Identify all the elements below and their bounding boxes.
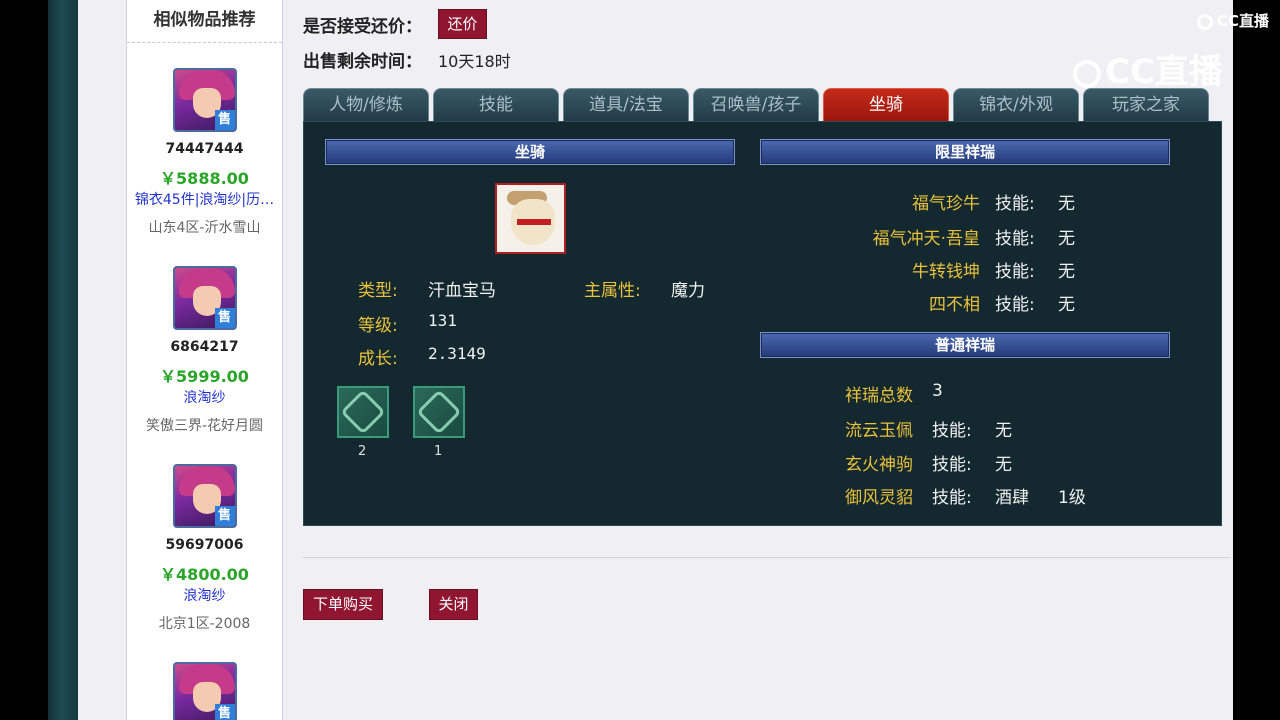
sale-badge: 售 bbox=[214, 704, 235, 720]
sidebar-title: 相似物品推荐 bbox=[127, 0, 282, 43]
tab-skills[interactable]: 技能 bbox=[433, 88, 559, 122]
rec-server: 山东4区-沂水雪山 bbox=[148, 220, 261, 236]
normal-section-title: 普通祥瑞 bbox=[760, 332, 1170, 358]
tab-home[interactable]: 玩家之家 bbox=[1083, 88, 1209, 122]
main-attr-value: 魔力 bbox=[671, 281, 705, 301]
divider bbox=[303, 557, 1230, 558]
rec-id: 59697006 bbox=[165, 537, 244, 553]
left-black-margin bbox=[0, 0, 48, 720]
right-black-margin bbox=[1233, 0, 1280, 720]
left-decorative-strip bbox=[48, 0, 78, 720]
skill-value: 无 bbox=[995, 455, 1012, 475]
total-label: 祥瑞总数 bbox=[845, 386, 913, 406]
skill-value: 无 bbox=[1058, 295, 1075, 315]
rec-item-1[interactable]: 售 74447444 ￥5888.00 锦衣45件|浪淘纱|历… 山东4区-沂水… bbox=[127, 68, 282, 236]
rec-item-2[interactable]: 售 6864217 ￥5999.00 浪淘纱 笑傲三界-花好月圆 bbox=[127, 266, 282, 434]
skill-label: 技能: bbox=[995, 229, 1035, 249]
skill-level: 1级 bbox=[1058, 488, 1086, 508]
normal-item-name: 流云玉佩 bbox=[845, 421, 913, 441]
normal-item-name: 玄火神驹 bbox=[845, 455, 913, 475]
skill-label: 技能: bbox=[995, 295, 1035, 315]
limited-section-title: 限里祥瑞 bbox=[760, 139, 1170, 165]
time-left-label: 出售剩余时间： bbox=[303, 52, 422, 72]
rec-price: ￥5999.00 bbox=[160, 367, 249, 386]
skill-label: 技能: bbox=[995, 262, 1035, 282]
limited-item-name: 四不相 bbox=[929, 295, 980, 315]
avatar[interactable]: 售 bbox=[172, 464, 237, 528]
counter-offer-button[interactable]: 还价 bbox=[438, 9, 487, 39]
main-attr-label: 主属性: bbox=[584, 281, 641, 301]
counter-offer-label: 是否接受还价： bbox=[303, 17, 422, 37]
rec-tags-link[interactable]: 浪淘纱 bbox=[127, 585, 282, 605]
cc-live-watermark-small: CC直播 bbox=[1197, 10, 1269, 31]
skill-value: 无 bbox=[1058, 229, 1075, 249]
growth-label: 成长: bbox=[358, 349, 398, 369]
limited-item-name: 牛转钱坤 bbox=[912, 262, 980, 282]
skill-label: 技能: bbox=[932, 421, 972, 441]
skill-label: 技能: bbox=[932, 455, 972, 475]
avatar[interactable]: 售 bbox=[172, 68, 237, 132]
mount-skill-icon[interactable] bbox=[413, 386, 465, 438]
rec-id: 6864217 bbox=[170, 339, 239, 355]
similar-items-sidebar: 相似物品推荐 售 74447444 ￥5888.00 锦衣45件|浪淘纱|历… … bbox=[126, 0, 283, 720]
skill-value: 无 bbox=[1058, 194, 1075, 214]
rec-item-4[interactable]: 售 bbox=[127, 662, 282, 720]
skill-value: 无 bbox=[1058, 262, 1075, 282]
tab-mount[interactable]: 坐骑 bbox=[823, 88, 949, 122]
sale-badge: 售 bbox=[214, 308, 235, 328]
buy-button[interactable]: 下单购买 bbox=[303, 589, 383, 620]
cc-logo-icon bbox=[1073, 59, 1101, 88]
rec-server: 笑傲三界-花好月圆 bbox=[145, 418, 264, 434]
rec-tags-link[interactable]: 锦衣45件|浪淘纱|历… bbox=[127, 189, 282, 209]
limited-item-name: 福气珍牛 bbox=[912, 194, 980, 214]
mount-skill-icon[interactable] bbox=[337, 386, 389, 438]
level-value: 131 bbox=[428, 311, 457, 330]
skill-label: 技能: bbox=[995, 194, 1035, 214]
growth-value: 2.3149 bbox=[428, 344, 486, 363]
cc-logo-icon bbox=[1197, 13, 1213, 30]
sale-badge: 售 bbox=[214, 506, 235, 526]
avatar[interactable]: 售 bbox=[172, 662, 237, 720]
tab-pets[interactable]: 召唤兽/孩子 bbox=[693, 88, 819, 122]
rec-tags-link[interactable]: 浪淘纱 bbox=[127, 387, 282, 407]
tab-items[interactable]: 道具/法宝 bbox=[563, 88, 689, 122]
limited-item-name: 福气冲天·吾皇 bbox=[872, 229, 980, 249]
rec-server: 北京1区-2008 bbox=[158, 616, 251, 632]
type-label: 类型: bbox=[358, 281, 398, 301]
skill-count: 1 bbox=[434, 444, 443, 459]
level-label: 等级: bbox=[358, 316, 398, 336]
rec-price: ￥5888.00 bbox=[160, 169, 249, 188]
type-value: 汗血宝马 bbox=[428, 281, 496, 301]
tab-outfit[interactable]: 锦衣/外观 bbox=[953, 88, 1079, 122]
sale-badge: 售 bbox=[214, 110, 235, 130]
rec-id: 74447444 bbox=[165, 141, 244, 157]
mount-section-title: 坐骑 bbox=[325, 139, 735, 165]
mount-portrait[interactable] bbox=[495, 183, 566, 254]
cc-live-watermark: CC直播 bbox=[1073, 44, 1223, 93]
skill-value: 酒肆 bbox=[995, 488, 1029, 508]
skill-count: 2 bbox=[358, 444, 367, 459]
skill-value: 无 bbox=[995, 421, 1012, 441]
skill-label: 技能: bbox=[932, 488, 972, 508]
time-left-value: 10天18时 bbox=[438, 52, 511, 71]
avatar[interactable]: 售 bbox=[172, 266, 237, 330]
total-value: 3 bbox=[932, 381, 943, 401]
normal-item-name: 御风灵貂 bbox=[845, 488, 913, 508]
rec-item-3[interactable]: 售 59697006 ￥4800.00 浪淘纱 北京1区-2008 bbox=[127, 464, 282, 632]
close-button[interactable]: 关闭 bbox=[429, 589, 478, 620]
rec-price: ￥4800.00 bbox=[160, 565, 249, 584]
tab-character[interactable]: 人物/修炼 bbox=[303, 88, 429, 122]
